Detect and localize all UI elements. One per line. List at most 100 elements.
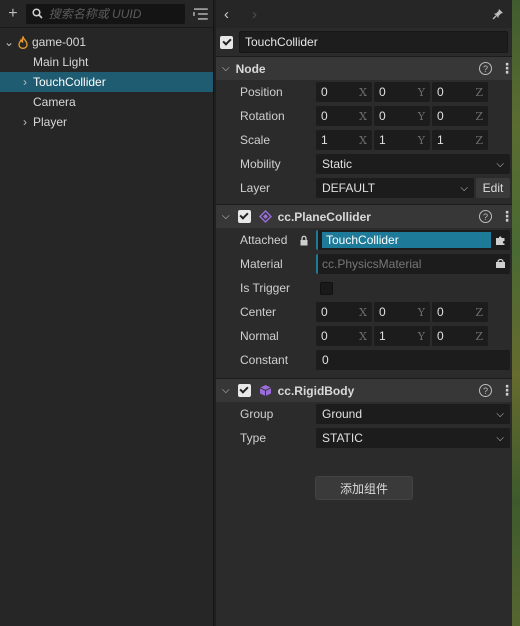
scene-view-edge [512,0,520,626]
normal-z-field[interactable]: 0Z [432,326,488,346]
chevron-down-icon[interactable]: ⌄ [3,35,15,49]
center-x-field[interactable]: 0X [316,302,372,322]
hierarchy-search-input[interactable] [48,6,179,21]
axis-label: Z [475,305,483,319]
scale-row: Scale 1X 1Y 1Z [216,128,512,152]
tree-item-touchcollider[interactable]: › TouchCollider [0,72,213,92]
help-icon[interactable]: ? [479,384,492,397]
rigid-body-header[interactable]: ⌵ cc.RigidBody ? ⋮ [216,378,514,402]
node-name-row: TouchCollider [216,28,512,56]
chevron-down-icon: ⌵ [496,158,504,170]
pin-icon[interactable] [492,8,504,20]
forward-arrow-icon[interactable]: › [252,6,280,23]
axis-label: Z [475,109,483,123]
group-label: Group [240,407,274,421]
group-select[interactable]: Ground ⌵ [316,404,510,424]
asset-value: TouchCollider [322,232,491,248]
node-section-header[interactable]: ⌵ Node ? ⋮ [216,56,514,80]
tree-item-label: game-001 [32,35,87,49]
asset-folder-icon[interactable] [495,259,506,269]
scale-y-field[interactable]: 1Y [374,130,430,150]
chevron-down-icon[interactable]: ⌵ [222,211,230,222]
tree-item-main-light[interactable]: Main Light [0,52,213,72]
position-z-field[interactable]: 0Z [432,82,488,102]
puzzle-icon[interactable] [495,235,506,246]
chevron-down-icon[interactable]: ⌵ [222,63,230,74]
value: 0 [437,329,444,343]
material-row: Material cc.PhysicsMaterial [216,252,512,276]
add-node-icon[interactable]: + [4,5,22,23]
layer-edit-button[interactable]: Edit [476,178,510,198]
chevron-down-icon[interactable]: ⌵ [222,385,230,396]
rigid-body-enabled-checkbox[interactable] [237,384,251,397]
center-y-field[interactable]: 0Y [374,302,430,322]
help-icon[interactable]: ? [479,62,492,75]
chevron-right-icon[interactable]: › [17,115,33,129]
node-name-input[interactable]: TouchCollider [239,31,508,53]
position-row: Position 0X 0Y 0Z [216,80,512,104]
tree-item-game-001[interactable]: ⌄ game-001 [0,32,213,52]
more-menu-icon[interactable]: ⋮ [500,382,514,399]
rotation-z-field[interactable]: 0Z [432,106,488,126]
inspector-panel: ‹ › TouchCollider ⌵ Node ? ⋮ Position 0X… [216,0,514,626]
position-y-field[interactable]: 0Y [374,82,430,102]
layer-select[interactable]: DEFAULT ⌵ [316,178,474,198]
inspector-toolbar: ‹ › [216,0,512,28]
value: 0 [321,109,328,123]
chevron-down-icon: ⌵ [496,408,504,420]
tree-item-camera[interactable]: Camera [0,92,213,112]
attached-asset-field[interactable]: TouchCollider [316,230,510,250]
help-icon[interactable]: ? [479,210,492,223]
center-z-field[interactable]: 0Z [432,302,488,322]
layer-row: Layer DEFAULT ⌵ Edit [216,176,512,200]
component-icon [258,210,272,223]
rotation-y-field[interactable]: 0Y [374,106,430,126]
node-active-checkbox[interactable] [220,35,233,49]
plane-collider-enabled-checkbox[interactable] [237,210,251,223]
add-component-button[interactable]: 添加组件 [315,476,413,500]
tree-item-player[interactable]: › Player [0,112,213,132]
hierarchy-search-box[interactable] [25,3,186,24]
value: 1 [379,133,386,147]
axis-label: Y [417,329,425,343]
lock-icon [300,235,308,245]
value: 0 [437,305,444,319]
normal-x-field[interactable]: 0X [316,326,372,346]
collapse-all-icon[interactable] [193,7,209,21]
group-row: Group Ground ⌵ [216,402,512,426]
scale-x-field[interactable]: 1X [316,130,372,150]
axis-label: Z [475,329,483,343]
constant-row: Constant 0 [216,348,512,372]
position-x-field[interactable]: 0X [316,82,372,102]
value: 0 [321,85,328,99]
axis-label: Y [417,133,425,147]
normal-label: Normal [240,329,279,343]
more-menu-icon[interactable]: ⋮ [500,60,514,77]
cube-icon [259,385,271,396]
plane-collider-header[interactable]: ⌵ cc.PlaneCollider ? ⋮ [216,204,514,228]
scale-z-field[interactable]: 1Z [432,130,488,150]
back-arrow-icon[interactable]: ‹ [224,6,252,23]
scene-flame-icon [18,35,28,49]
value: 0 [379,305,386,319]
normal-y-field[interactable]: 1Y [374,326,430,346]
material-asset-field[interactable]: cc.PhysicsMaterial [316,254,510,274]
position-label: Position [240,85,283,99]
axis-label: Z [475,133,483,147]
type-select[interactable]: STATIC ⌵ [316,428,510,448]
tree-item-label: Player [33,115,68,129]
rotation-label: Rotation [240,109,285,123]
mobility-select[interactable]: Static ⌵ [316,154,510,174]
hierarchy-tree: ⌄ game-001 Main Light › TouchCollider Ca… [0,32,213,132]
value: 0 [437,85,444,99]
rotation-x-field[interactable]: 0X [316,106,372,126]
axis-label: Y [417,85,425,99]
mobility-row: Mobility Static ⌵ [216,152,512,176]
is-trigger-checkbox[interactable] [320,281,333,295]
constant-input[interactable]: 0 [316,350,510,370]
more-menu-icon[interactable]: ⋮ [500,208,514,225]
attached-row: Attached TouchCollider [216,228,512,252]
scale-label: Scale [240,133,271,147]
material-label: Material [240,257,283,271]
chevron-right-icon[interactable]: › [17,75,33,89]
